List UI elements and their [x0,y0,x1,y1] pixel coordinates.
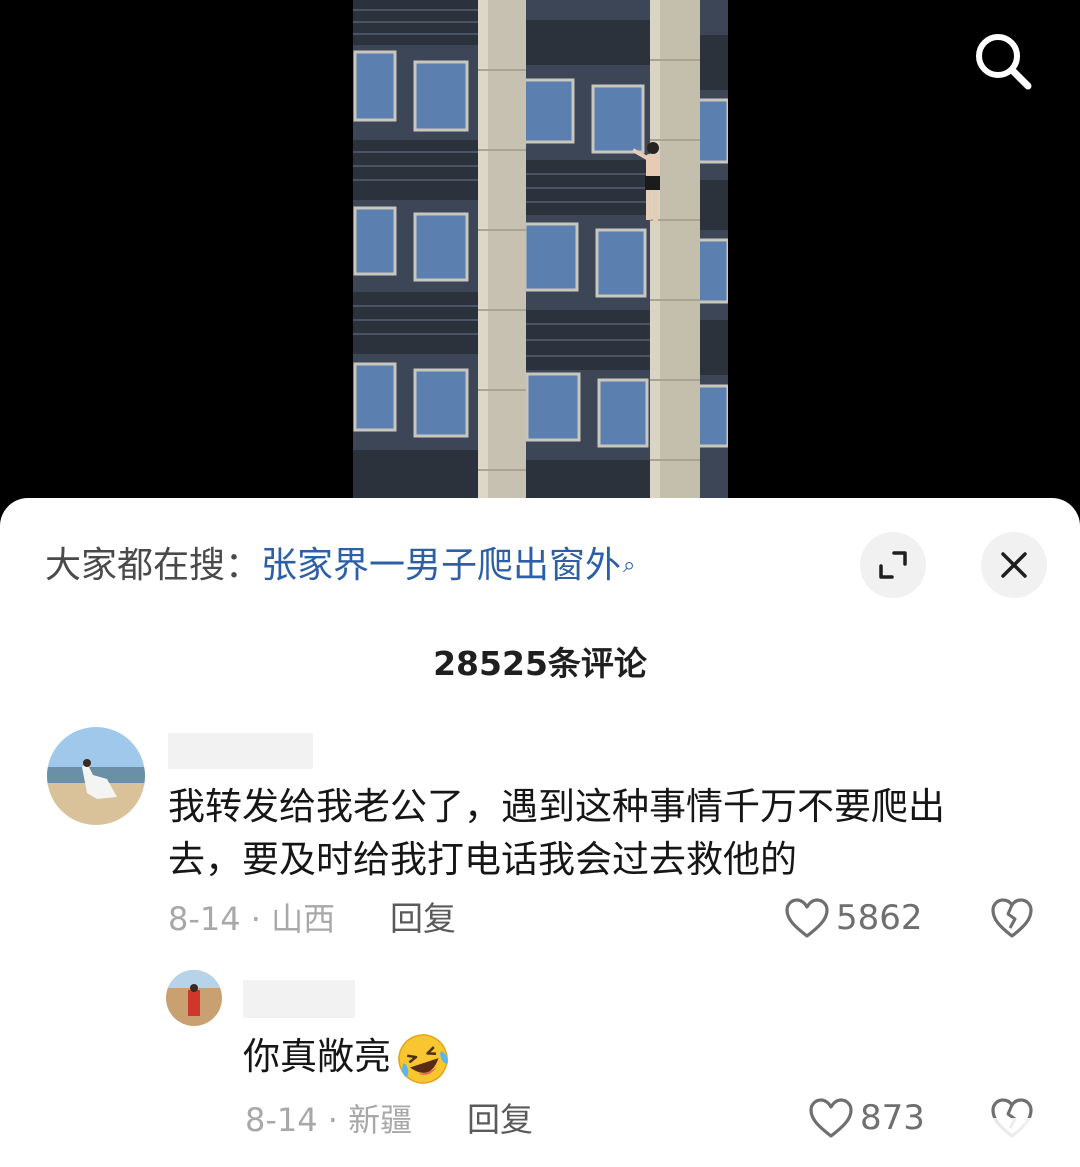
avatar[interactable] [166,970,222,1026]
reply-button[interactable]: 回复 [467,1098,533,1142]
trending-search-line[interactable]: 大家都在搜：张家界一男子爬出窗外⌕ [45,540,635,592]
comment-text: 我转发给我老公了，遇到这种事情千万不要爬出去，要及时给我打电话我会过去救他的 [168,785,945,881]
laughing-crying-emoji [398,1033,448,1084]
username-placeholder[interactable] [168,733,313,769]
avatar[interactable] [47,727,145,825]
username-placeholder[interactable] [243,980,355,1018]
dislike-button[interactable] [990,896,1034,944]
trending-search-prefix: 大家都在搜： [45,545,262,586]
reply-button[interactable]: 回复 [390,897,456,941]
like-count: 5862 [836,898,923,938]
video-frame[interactable] [353,0,728,498]
comment-count: 28525条评论 [433,644,647,683]
expand-button[interactable] [860,532,926,598]
comment-text: 你真敞亮 [243,1030,1043,1087]
comment-meta: 8-14 · 新疆 [245,1101,413,1139]
search-button[interactable] [968,26,1038,96]
video-area[interactable] [0,0,1080,540]
like-button[interactable]: 873 [808,1094,925,1142]
search-icon [976,34,1032,90]
heart-icon [785,898,829,938]
close-button[interactable] [981,532,1047,598]
building-video-image [353,0,728,498]
watermark-overlay [920,1118,1080,1167]
search-small-icon: ⌕ [623,553,636,578]
broken-heart-icon [991,898,1033,938]
comment-meta: 8-14 · 山西 [168,900,336,938]
like-button[interactable]: 5862 [784,894,923,942]
heart-icon [809,1098,853,1138]
like-count: 873 [860,1098,925,1138]
trending-search-keyword[interactable]: 张家界一男子爬出窗外 [261,545,621,586]
close-icon [1001,552,1027,578]
comment-text-content: 你真敞亮 [243,1035,391,1078]
expand-icon [879,551,907,579]
